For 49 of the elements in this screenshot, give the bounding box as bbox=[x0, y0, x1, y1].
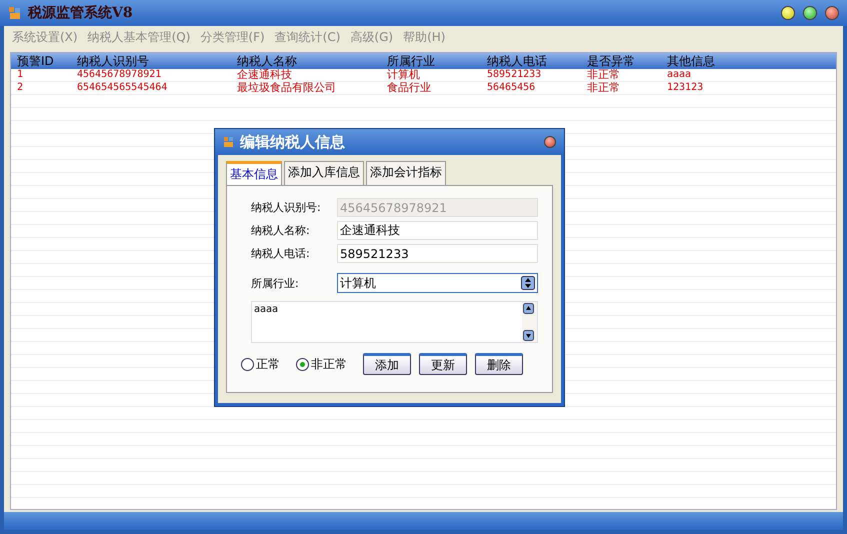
spinner-icon bbox=[521, 276, 535, 290]
scroll-down-button[interactable] bbox=[523, 330, 534, 341]
tab[interactable]: 添加会计指标 bbox=[366, 161, 446, 185]
table-cell-text: 2 bbox=[17, 82, 24, 94]
table-cell-text: 非正常 bbox=[587, 69, 621, 81]
table-cell-text: 非正常 bbox=[587, 82, 621, 94]
column-header[interactable]: 预警ID bbox=[17, 53, 77, 69]
scrollbar[interactable] bbox=[522, 302, 537, 342]
industry-dropdown[interactable]: 计算机 bbox=[337, 273, 538, 293]
dialog-button[interactable]: 更新 bbox=[419, 353, 467, 375]
table-cell-text: 654654565545464 bbox=[77, 82, 168, 94]
column-header[interactable]: 纳税人名称 bbox=[237, 53, 387, 69]
column-header[interactable]: 是否异常 bbox=[587, 53, 667, 69]
radio-button[interactable]: 非正常 bbox=[296, 356, 347, 372]
field-label: 纳税人识别号: bbox=[250, 200, 322, 215]
input-field[interactable]: 589521233 bbox=[337, 244, 538, 263]
tab[interactable]: 添加入库信息 bbox=[284, 161, 364, 185]
app-icon bbox=[8, 6, 22, 20]
column-header[interactable]: 纳税人识别号 bbox=[77, 53, 237, 69]
field-label: 纳税人名称: bbox=[250, 223, 311, 238]
table-cell-text: 56465456 bbox=[487, 82, 536, 94]
maximize-button[interactable] bbox=[803, 6, 817, 20]
scroll-up-button[interactable] bbox=[523, 303, 534, 314]
table-cell-text: 最垃圾食品有限公司 bbox=[237, 82, 337, 94]
table-cell-text: 123123 bbox=[667, 82, 704, 94]
input-field[interactable]: 企速通科技 bbox=[337, 221, 538, 240]
field-label: 纳税人电话: bbox=[250, 246, 311, 261]
table-cell-text: aaaa bbox=[667, 69, 692, 81]
window-title: 税源监管系统V8 bbox=[28, 4, 133, 22]
dialog-button[interactable]: 删除 bbox=[475, 353, 523, 375]
dialog-button[interactable]: 添加 bbox=[363, 353, 411, 375]
close-button[interactable] bbox=[825, 6, 839, 20]
column-header[interactable]: 纳税人电话 bbox=[487, 53, 587, 69]
tab[interactable]: 基本信息 bbox=[226, 161, 282, 185]
field-label: 所属行业: bbox=[250, 276, 300, 290]
column-header[interactable]: 所属行业 bbox=[387, 53, 487, 69]
app-icon bbox=[223, 136, 235, 148]
dialog-title: 编辑纳税人信息 bbox=[240, 132, 345, 152]
minimize-button[interactable] bbox=[781, 6, 795, 20]
notes-field[interactable]: aaaa bbox=[251, 301, 538, 343]
table-cell-text: 企速通科技 bbox=[237, 69, 293, 81]
radio-button[interactable]: 正常 bbox=[241, 356, 280, 372]
table-cell-text: 食品行业 bbox=[387, 82, 432, 94]
table-cell-text: 计算机 bbox=[387, 69, 421, 81]
table-cell-text: 1 bbox=[17, 69, 24, 81]
table-cell-text: 589521233 bbox=[487, 69, 542, 81]
close-button[interactable] bbox=[544, 136, 556, 148]
column-header[interactable]: 其他信息 bbox=[667, 53, 745, 69]
table-cell-text: 45645678978921 bbox=[77, 69, 162, 81]
